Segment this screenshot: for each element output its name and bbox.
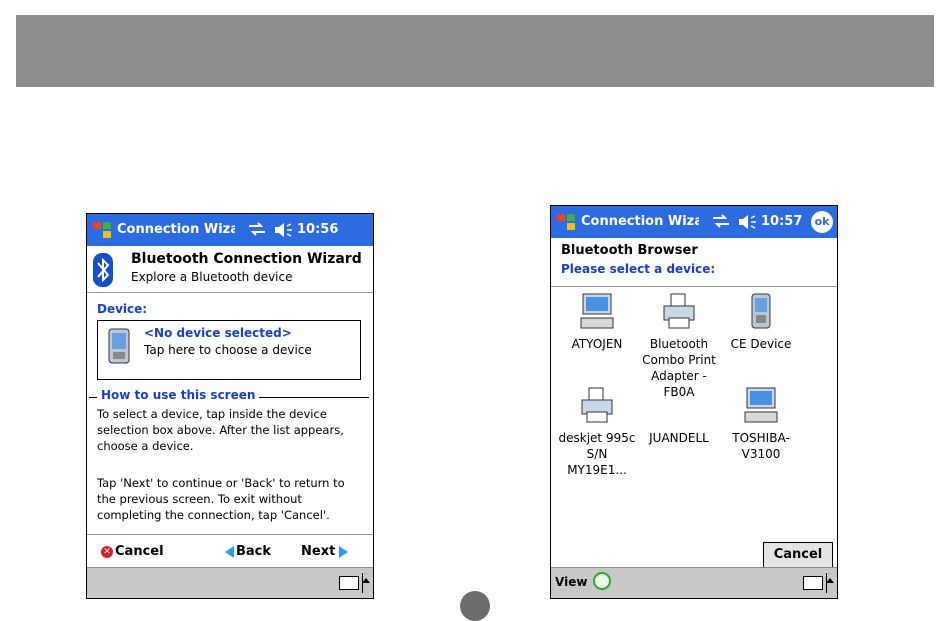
- browser-title: Bluetooth Browser: [561, 243, 698, 258]
- device-label: TOSHIBA-V3100: [732, 431, 790, 461]
- device-hint: Tap here to choose a device: [144, 343, 312, 357]
- menu-separator: [826, 573, 827, 593]
- computer-icon: [744, 387, 778, 423]
- device-item-toshiba[interactable]: TOSHIBA-V3100: [719, 386, 803, 462]
- connectivity-icon[interactable]: [247, 220, 267, 238]
- back-arrow-icon: [225, 545, 234, 558]
- device-label: Device:: [97, 302, 148, 316]
- pda-icon: [108, 328, 130, 364]
- instructions-paragraph-1: To select a device, tap inside the devic…: [97, 407, 344, 453]
- instructions-paragraph-2: Tap 'Next' to continue or 'Back' to retu…: [97, 476, 345, 522]
- refresh-icon[interactable]: [593, 572, 611, 590]
- connectivity-icon[interactable]: [711, 212, 731, 230]
- pda-icon: [751, 293, 771, 329]
- computer-icon: [580, 293, 614, 329]
- bluetooth-icon: [93, 253, 113, 287]
- device-label: deskjet 995c S/N MY19E1...: [558, 431, 636, 477]
- volume-icon[interactable]: [737, 213, 757, 231]
- device-item-bluetooth-combo[interactable]: Bluetooth Combo Print Adapter - FB0A: [637, 292, 721, 400]
- device-label: CE Device: [730, 337, 792, 351]
- browser-subtitle: Please select a device:: [561, 262, 716, 276]
- menu-bar: [87, 567, 373, 598]
- device-item-atyojen[interactable]: ATYOJEN: [555, 292, 639, 352]
- input-menu-arrow-icon[interactable]: [362, 578, 370, 583]
- cancel-icon: ✕: [101, 545, 113, 558]
- windows-start-icon[interactable]: [555, 211, 577, 233]
- printer-icon: [663, 293, 695, 329]
- device-value: <No device selected>: [144, 326, 292, 340]
- wizard-nav-bar: ✕ Cancel Back Next: [87, 534, 373, 569]
- header-band: [16, 15, 934, 87]
- wizard-header: Bluetooth Connection Wizard Explore a Bl…: [87, 246, 373, 293]
- next-arrow-icon: [339, 545, 349, 558]
- view-menu[interactable]: View: [555, 575, 587, 589]
- device-item-ce-device[interactable]: CE Device: [719, 292, 803, 352]
- cancel-label: Cancel: [115, 544, 164, 559]
- screen-connection-wizard: Connection Wizarc 10:56 Bluetooth Connec…: [86, 213, 374, 599]
- volume-icon[interactable]: [273, 221, 293, 239]
- back-button[interactable]: Back: [225, 544, 271, 559]
- cancel-button[interactable]: ✕ Cancel: [101, 544, 164, 559]
- device-item-deskjet[interactable]: deskjet 995c S/N MY19E1...: [555, 386, 639, 478]
- device-item-juandell[interactable]: JUANDELL: [637, 430, 721, 446]
- wizard-title: Bluetooth Connection Wizard: [131, 251, 362, 267]
- screen-bluetooth-browser: Connection Wizarc 10:57 ok Bluetooth Bro…: [550, 205, 838, 599]
- page-marker-circle: [460, 591, 490, 621]
- wizard-subtitle: Explore a Bluetooth device: [131, 270, 293, 284]
- clock[interactable]: 10:56: [297, 222, 338, 237]
- window-title: Connection Wizarc: [581, 214, 699, 229]
- keyboard-icon[interactable]: [803, 576, 823, 590]
- window-title: Connection Wizarc: [117, 222, 235, 237]
- cancel-button[interactable]: Cancel: [763, 542, 833, 568]
- next-label: Next: [301, 544, 336, 559]
- ok-button[interactable]: ok: [811, 211, 833, 233]
- menu-separator: [362, 573, 363, 593]
- device-label: JUANDELL: [649, 431, 709, 445]
- title-bar: Connection Wizarc 10:56: [87, 214, 373, 246]
- howto-title: How to use this screen: [97, 388, 260, 402]
- device-selection-box[interactable]: <No device selected> Tap here to choose …: [97, 320, 361, 380]
- device-label: Bluetooth Combo Print Adapter - FB0A: [642, 337, 716, 399]
- clock[interactable]: 10:57: [761, 214, 802, 229]
- browser-header: Bluetooth Browser Please select a device…: [551, 238, 837, 287]
- input-menu-arrow-icon[interactable]: [826, 578, 834, 583]
- device-label: ATYOJEN: [571, 337, 623, 351]
- windows-start-icon[interactable]: [91, 219, 113, 241]
- title-bar: Connection Wizarc 10:57 ok: [551, 206, 837, 238]
- keyboard-icon[interactable]: [339, 576, 359, 590]
- menu-bar: View: [551, 567, 837, 598]
- printer-icon: [581, 387, 613, 423]
- next-button[interactable]: Next: [301, 544, 349, 559]
- back-label: Back: [236, 544, 272, 559]
